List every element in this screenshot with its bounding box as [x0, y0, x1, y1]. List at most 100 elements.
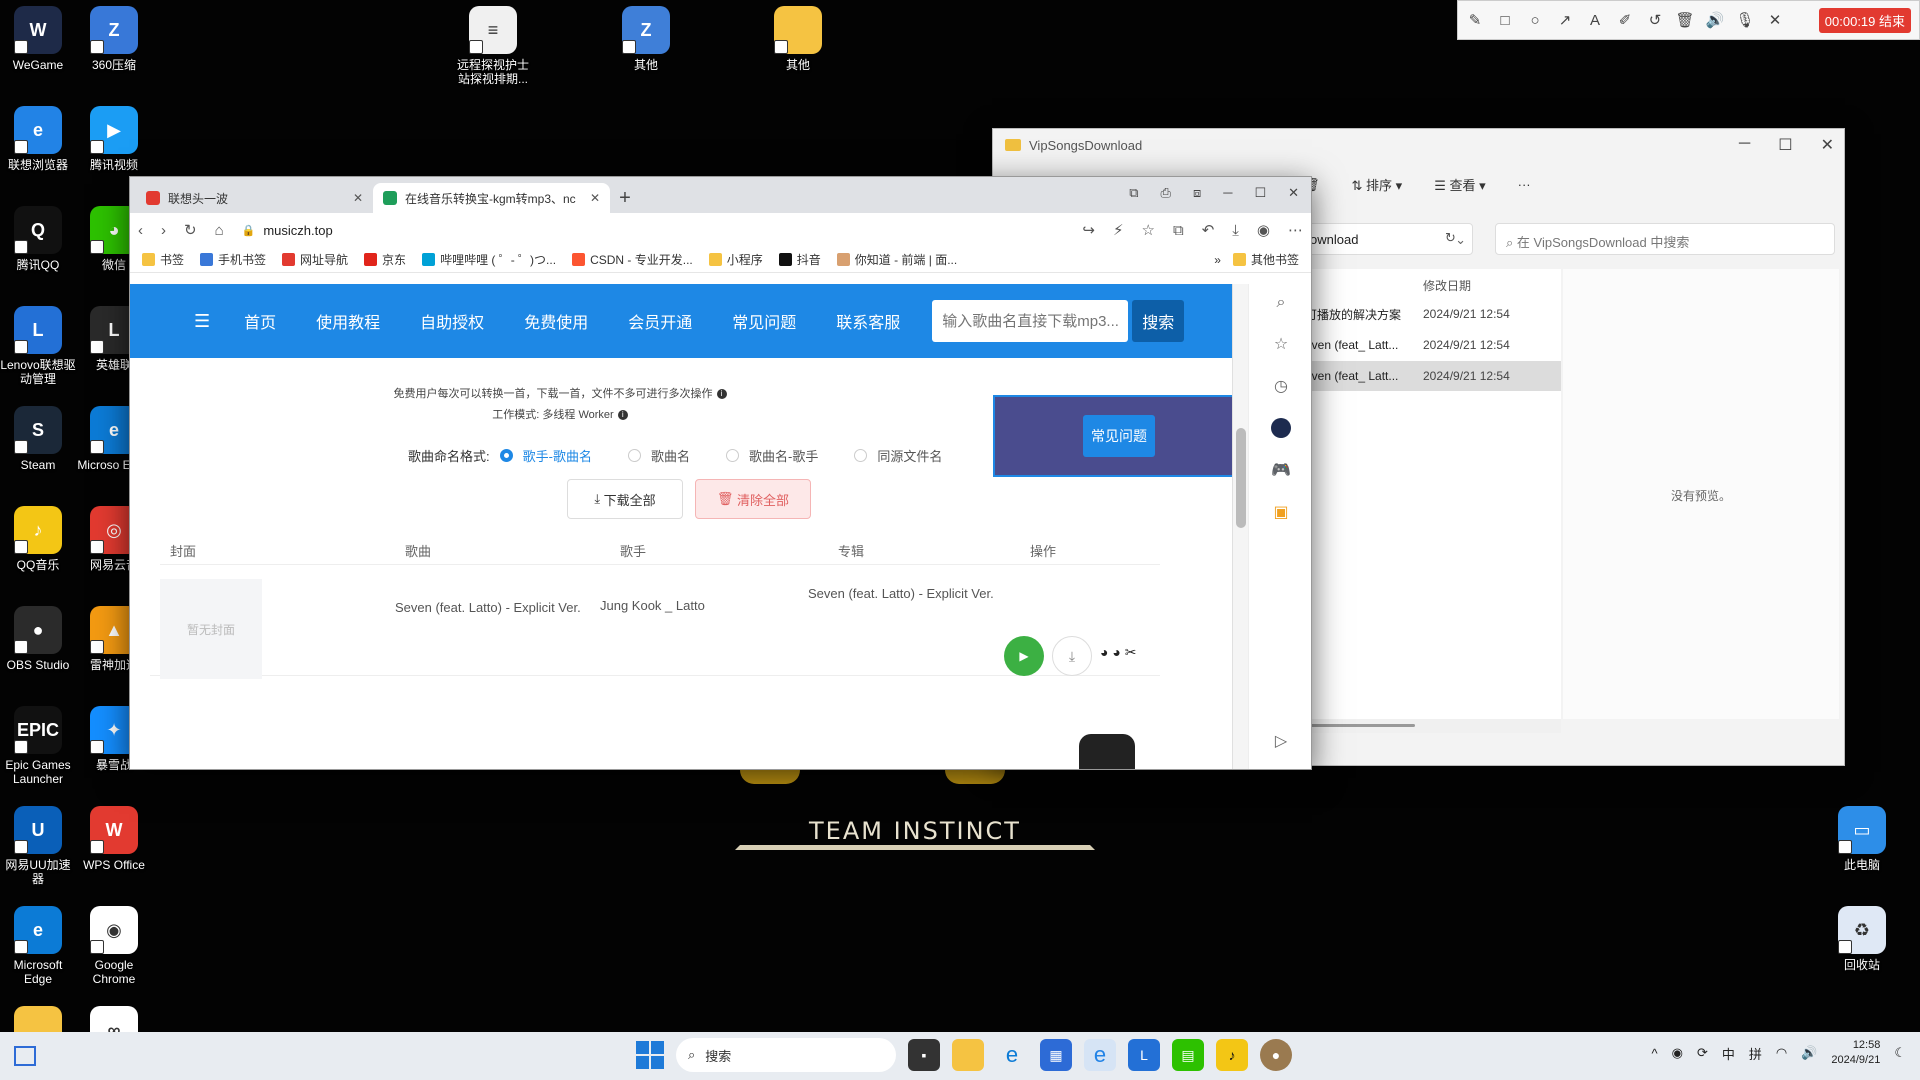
store-icon[interactable]: ▦ [1040, 1039, 1072, 1071]
desktop-shortcut-7-shortcut[interactable]: L Lenovo联想驱动管理 [0, 306, 76, 386]
volume-icon[interactable]: 🔊 [1801, 1045, 1817, 1061]
scrollbar-thumb[interactable] [1236, 428, 1246, 528]
qq-music-icon[interactable]: ♪ [1216, 1039, 1248, 1071]
lightning-icon[interactable]: ⚡ [1113, 221, 1124, 239]
url-bar[interactable]: 🔒 musiczh.top [242, 223, 762, 238]
text-tool-icon[interactable]: A [1586, 11, 1604, 29]
print-icon[interactable]: ⎙ [1161, 185, 1171, 201]
bookmark-item[interactable]: 哔哩哔哩 ( ゜- ゜)つ... [422, 251, 556, 268]
radio-source-filename[interactable]: 同源文件名 [854, 446, 942, 465]
download-icon[interactable]: ⤓ [1232, 222, 1239, 239]
desktop-shortcut-13-shortcut[interactable]: ● OBS Studio [0, 606, 76, 672]
desktop-top-item-1-shortcut[interactable]: ≡ 远程探视护士站探视排期... [455, 6, 531, 86]
forward-icon[interactable]: › [161, 222, 166, 239]
desktop-shortcut-1-shortcut[interactable]: W WeGame [0, 6, 76, 72]
nav-contact[interactable]: 联系客服 [836, 309, 900, 333]
info-icon[interactable]: i [617, 410, 628, 421]
notifications-icon[interactable]: ☾ [1894, 1045, 1906, 1061]
desktop-shortcut-3-shortcut[interactable]: e 联想浏览器 [0, 106, 76, 172]
minimize-icon[interactable]: ─ [1739, 135, 1750, 155]
assistant-icon[interactable] [1271, 418, 1291, 438]
tab-lenovo[interactable]: 联想头一波 ✕ [136, 183, 373, 213]
marker-tool-icon[interactable]: ✐ [1616, 11, 1634, 29]
horizontal-scrollbar[interactable] [1303, 719, 1561, 733]
desktop-shortcut-2-shortcut[interactable]: Z 360压缩 [76, 6, 152, 72]
star-icon[interactable]: ☆ [1142, 221, 1155, 239]
game-icon[interactable]: ● [1260, 1039, 1292, 1071]
desktop-shortcut-15-shortcut[interactable]: EPIC Epic Games Launcher [0, 706, 76, 786]
song-search-input[interactable] [932, 300, 1129, 342]
back-icon[interactable]: ‹ [138, 222, 143, 239]
minimize-icon[interactable]: ─ [1223, 185, 1232, 201]
chevron-up-icon[interactable]: ^ [1651, 1046, 1657, 1061]
bookmarks-more-button[interactable]: » [1214, 253, 1221, 267]
tab-music-converter[interactable]: 在线音乐转换宝-kgm转mp3、nc ✕ [373, 183, 610, 213]
radio-song-artist[interactable]: 歌曲名-歌手 [725, 446, 818, 465]
pen-tool-icon[interactable]: ✎ [1466, 11, 1484, 29]
hamburger-menu-icon[interactable]: ☰ [194, 311, 210, 332]
desktop-shortcut-17-shortcut[interactable]: U 网易UU加速器 [0, 806, 76, 886]
file-explorer-icon[interactable] [952, 1039, 984, 1071]
edge-icon[interactable]: e [996, 1039, 1028, 1071]
sync-icon[interactable]: ⟳ [1697, 1045, 1708, 1061]
nav-tutorial[interactable]: 使用教程 [316, 309, 380, 333]
avatar-icon[interactable]: ◉ [1257, 221, 1270, 239]
recording-stop-button[interactable]: 00:00:19 结束 [1818, 7, 1911, 33]
wifi-icon[interactable]: ◠ [1776, 1045, 1787, 1061]
desktop-system-item-2-shortcut[interactable]: ♻ 回收站 [1824, 906, 1900, 972]
start-button[interactable] [636, 1041, 664, 1069]
nav-faq[interactable]: 常见问题 [732, 309, 796, 333]
desktop-shortcut-18-shortcut[interactable]: W WPS Office [76, 806, 152, 872]
home-icon[interactable]: ⌂ [215, 222, 224, 239]
history-icon[interactable]: ◷ [1274, 376, 1288, 396]
undo-icon[interactable]: ↺ [1646, 11, 1664, 29]
task-view-icon[interactable] [14, 1046, 36, 1066]
reload-icon[interactable]: ↻ [184, 221, 197, 239]
search-icon[interactable]: ⌕ [1277, 294, 1286, 312]
rectangle-tool-icon[interactable]: □ [1496, 11, 1514, 29]
explorer-search-input[interactable]: ⌕ 在 VipSongsDownload 中搜索 [1495, 223, 1835, 255]
mascot-widget[interactable] [1065, 714, 1155, 769]
faq-button[interactable]: 常见问题 [1083, 415, 1155, 457]
bookmark-item[interactable]: 你知道 - 前端 | 面... [836, 251, 957, 268]
new-tab-button[interactable]: + [610, 183, 640, 213]
download-all-button[interactable]: ⤓ 下载全部 [567, 479, 683, 519]
view-button[interactable]: ☰ 查看 ▾ [1434, 175, 1485, 194]
microphone-icon[interactable]: 🎙 [1735, 11, 1754, 29]
clock[interactable]: 12:58 2024/9/21 [1831, 1038, 1880, 1068]
favorites-icon[interactable]: ☆ [1274, 334, 1288, 354]
ime-language[interactable]: 中 [1722, 1044, 1735, 1063]
circle-tool-icon[interactable]: ○ [1526, 11, 1544, 29]
refresh-icon[interactable]: ↻ [1445, 230, 1456, 246]
file-row[interactable]: even (feat_ Latt... 2024/9/21 12:54 [1303, 330, 1561, 360]
bookmark-item[interactable]: 抖音 [778, 251, 821, 268]
more-button[interactable]: ··· [1518, 177, 1531, 192]
desktop-system-item-1-shortcut[interactable]: ▭ 此电脑 [1824, 806, 1900, 872]
bookmark-item[interactable]: 小程序 [708, 251, 763, 268]
nav-membership[interactable]: 会员开通 [628, 309, 692, 333]
collapse-panel-icon[interactable]: ▷ [1275, 731, 1287, 751]
close-tab-icon[interactable]: ✕ [590, 191, 600, 205]
app-icon[interactable]: ▤ [1172, 1039, 1204, 1071]
desktop-shortcut-4-shortcut[interactable]: ▶ 腾讯视频 [76, 106, 152, 172]
other-bookmarks[interactable]: 其他书签 [1232, 251, 1299, 268]
bookmark-item[interactable]: 书签 [142, 251, 184, 268]
close-tab-icon[interactable]: ✕ [353, 191, 363, 205]
toolbox-icon[interactable]: ▣ [1273, 502, 1288, 522]
desktop-shortcut-19-shortcut[interactable]: e Microsoft Edge [0, 906, 76, 986]
desktop-shortcut-11-shortcut[interactable]: ♪ QQ音乐 [0, 506, 76, 572]
lenovo-app-icon[interactable]: L [1128, 1039, 1160, 1071]
clear-all-button[interactable]: 🗑 清除全部 [695, 479, 811, 519]
page-scrollbar[interactable] [1232, 284, 1248, 769]
nav-free-use[interactable]: 免费使用 [524, 309, 588, 333]
close-icon[interactable]: ✕ [1288, 185, 1299, 201]
bookmark-item[interactable]: 手机书签 [200, 251, 266, 268]
bookmark-item[interactable]: 网址导航 [282, 251, 348, 268]
file-row-selected[interactable]: even (feat_ Latt... 2024/9/21 12:54 [1303, 361, 1561, 391]
nav-home[interactable]: 首页 [244, 309, 276, 333]
maximize-icon[interactable]: ☐ [1778, 135, 1792, 155]
info-icon[interactable]: i [716, 389, 727, 400]
desktop-top-item-2-shortcut[interactable]: Z 其他 [608, 6, 684, 72]
close-icon[interactable]: ✕ [1766, 11, 1784, 29]
qq-tray-icon[interactable]: ◉ [1672, 1045, 1683, 1061]
